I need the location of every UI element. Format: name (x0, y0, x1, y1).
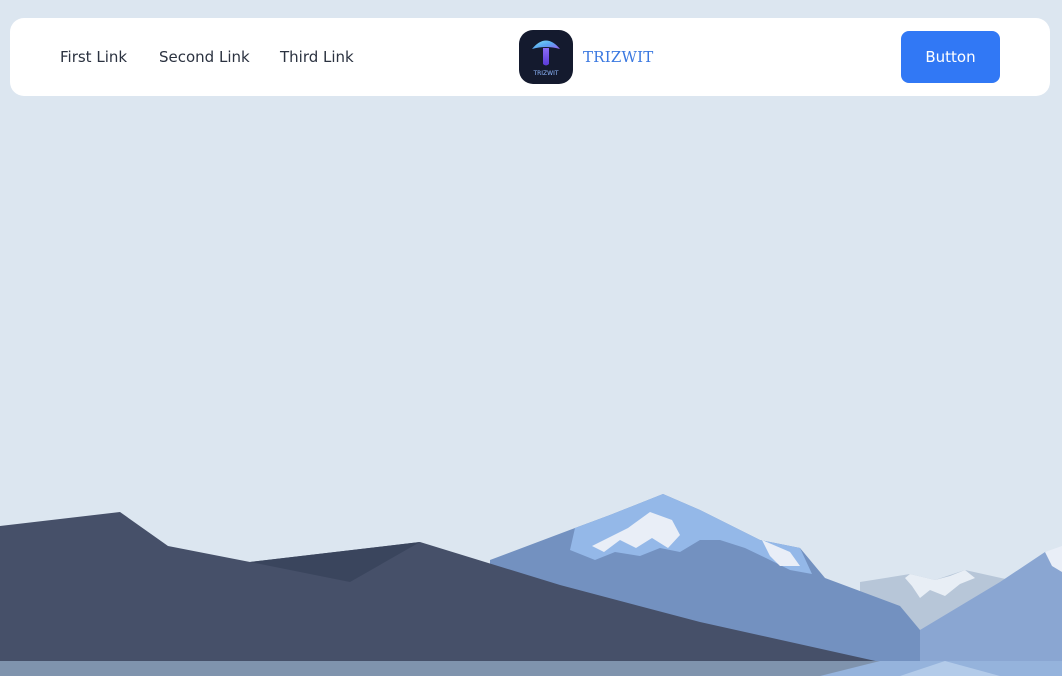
landing-page: First Link Second Link Third Link TRIZWI… (0, 0, 1062, 676)
navbar: First Link Second Link Third Link TRIZWI… (10, 18, 1050, 96)
primary-button[interactable]: Button (901, 31, 1000, 83)
nav-link-second[interactable]: Second Link (159, 47, 250, 67)
mountain-landscape (0, 494, 1062, 676)
brand-logo: TRIZWIT (519, 30, 573, 84)
logo-text: TRIZWIT (532, 70, 558, 77)
brand-link[interactable]: TRIZWIT TRIZWIT (519, 30, 653, 84)
nav-link-first[interactable]: First Link (60, 47, 127, 67)
nav-link-third[interactable]: Third Link (280, 47, 354, 67)
brand-name: TRIZWIT (583, 48, 654, 66)
